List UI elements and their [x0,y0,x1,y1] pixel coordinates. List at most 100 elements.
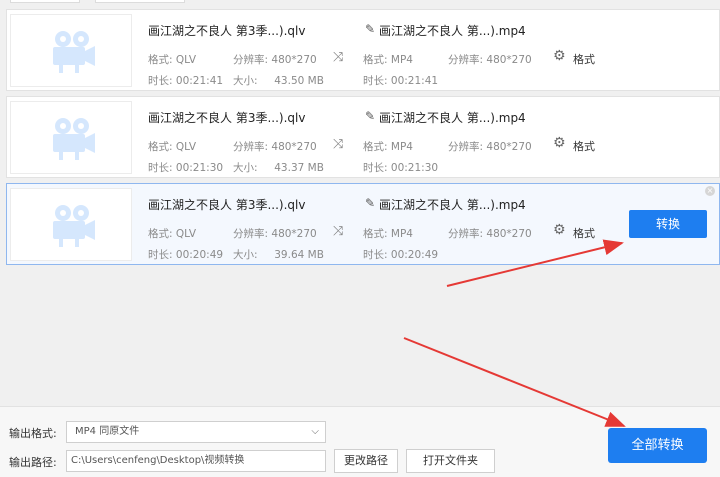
label: 格式: [363,54,388,66]
source-format: 格式: QLV [148,139,196,154]
tab-stub [95,0,185,3]
label: 时长: [363,75,388,87]
pencil-icon[interactable]: ✎ [365,196,375,210]
file-card-selected[interactable]: 画江湖之不良人 第3季...).qlv ✎ 画江湖之不良人 第...).mp4 … [6,183,720,265]
value: 00:21:41 [390,75,439,87]
source-file-name: 画江湖之不良人 第3季...).qlv [148,24,306,38]
source-file-name: 画江湖之不良人 第3季...).qlv [148,198,306,212]
label: 分辨率: [233,228,269,240]
value: MP4 [390,141,413,153]
source-format: 格式: QLV [148,226,196,241]
label: 大小: [233,75,258,87]
value: 480*270 [486,141,532,153]
output-path-input[interactable]: C:\Users\cenfeng\Desktop\视频转换 [66,450,326,472]
target-format: 格式: MP4 [363,226,413,241]
source-resolution: 分辨率: 480*270 [233,226,317,241]
source-size: 大小: 43.37 MB [233,160,324,175]
target-resolution: 分辨率: 480*270 [448,139,532,154]
target-file-name[interactable]: 画江湖之不良人 第...).mp4 [379,22,526,39]
file-card[interactable]: 画江湖之不良人 第3季...).qlv ✎ 画江湖之不良人 第...).mp4 … [6,9,720,91]
value: 39.64 MB [274,249,324,261]
pencil-icon[interactable]: ✎ [365,109,375,123]
shuffle-icon: ⤨ [333,50,344,65]
convert-all-button[interactable]: 全部转换 [608,428,707,463]
label: 时长: [148,75,173,87]
format-settings-button[interactable]: 格式 [573,225,595,241]
change-path-button[interactable]: 更改路径 [334,449,398,473]
label: 格式: [148,228,173,240]
value: QLV [175,141,197,153]
label: 分辨率: [448,228,484,240]
label: 时长: [148,249,173,261]
video-thumbnail [10,14,132,87]
label: 分辨率: [448,54,484,66]
value: 43.37 MB [274,162,324,174]
open-folder-button[interactable]: 打开文件夹 [406,449,495,473]
source-duration: 时长: 00:20:49 [148,247,223,262]
target-duration: 时长: 00:21:41 [363,73,438,88]
source-size: 大小: 43.50 MB [233,73,324,88]
target-file-name[interactable]: 画江湖之不良人 第...).mp4 [379,109,526,126]
target-format: 格式: MP4 [363,52,413,67]
label: 格式: [363,228,388,240]
source-file-name: 画江湖之不良人 第3季...).qlv [148,111,306,125]
label: 分辨率: [448,141,484,153]
output-format-select[interactable]: MP4 同原文件 ⌵ [66,421,326,443]
footer-panel: 输出格式: MP4 同原文件 ⌵ 输出路径: C:\Users\cenfeng\… [0,406,720,477]
output-path-label: 输出路径: [9,456,57,469]
label: 格式: [363,141,388,153]
value: 00:20:49 [390,249,439,261]
file-list: 画江湖之不良人 第3季...).qlv ✎ 画江湖之不良人 第...).mp4 … [0,4,720,406]
target-resolution: 分辨率: 480*270 [448,52,532,67]
value: 00:21:30 [390,162,439,174]
video-camera-icon [53,205,95,247]
source-resolution: 分辨率: 480*270 [233,52,317,67]
output-format-value: MP4 同原文件 [75,426,140,437]
chevron-down-icon: ⌵ [311,426,319,437]
label: 分辨率: [233,54,269,66]
label: 分辨率: [233,141,269,153]
target-file-name[interactable]: 画江湖之不良人 第...).mp4 [379,196,526,213]
source-format: 格式: QLV [148,52,196,67]
gear-icon[interactable]: ⚙ [553,135,566,151]
pencil-icon[interactable]: ✎ [365,22,375,36]
label: 大小: [233,162,258,174]
value: 480*270 [486,54,532,66]
value: 480*270 [271,54,317,66]
value: 480*270 [271,141,317,153]
value: 00:21:30 [175,162,224,174]
shuffle-icon: ⤨ [333,224,344,239]
convert-button[interactable]: 转换 [629,210,707,238]
value: MP4 [390,54,413,66]
gear-icon[interactable]: ⚙ [553,48,566,64]
source-duration: 时长: 00:21:41 [148,73,223,88]
source-resolution: 分辨率: 480*270 [233,139,317,154]
target-resolution: 分辨率: 480*270 [448,226,532,241]
source-size: 大小: 39.64 MB [233,247,324,262]
value: QLV [175,54,197,66]
source-duration: 时长: 00:21:30 [148,160,223,175]
value: 00:21:41 [175,75,224,87]
video-camera-icon [53,118,95,160]
label: 格式: [148,54,173,66]
target-duration: 时长: 00:21:30 [363,160,438,175]
value: QLV [175,228,197,240]
label: 大小: [233,249,258,261]
label: 格式: [148,141,173,153]
shuffle-icon: ⤨ [333,137,344,152]
label: 时长: [148,162,173,174]
value: 00:20:49 [175,249,224,261]
format-settings-button[interactable]: 格式 [573,138,595,154]
tab-stub [10,0,80,3]
video-thumbnail [10,101,132,174]
label: 时长: [363,249,388,261]
gear-icon[interactable]: ⚙ [553,222,566,238]
target-format: 格式: MP4 [363,139,413,154]
value: 43.50 MB [274,75,324,87]
video-thumbnail [10,188,132,261]
value: 480*270 [486,228,532,240]
file-card[interactable]: 画江湖之不良人 第3季...).qlv ✎ 画江湖之不良人 第...).mp4 … [6,96,720,178]
target-duration: 时长: 00:20:49 [363,247,438,262]
close-icon[interactable]: × [705,186,715,196]
format-settings-button[interactable]: 格式 [573,51,595,67]
